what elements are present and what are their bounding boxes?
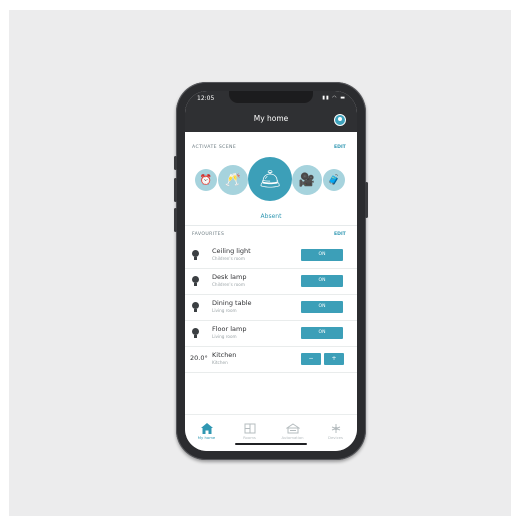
device-name: Dining table xyxy=(212,299,252,307)
mute-switch xyxy=(174,156,177,170)
device-room: Living room xyxy=(212,308,237,313)
favourites-section-label: FAVOURITES xyxy=(192,232,225,237)
divider xyxy=(185,225,357,226)
notch xyxy=(229,91,313,103)
home-indicator xyxy=(235,443,307,445)
bulb-icon xyxy=(192,302,199,312)
power-button xyxy=(365,182,368,218)
tab-label: My home xyxy=(197,435,216,440)
status-time: 12:05 xyxy=(197,95,215,102)
app-header: 12:05 ▮▮ ◠ ▬ My home xyxy=(185,91,357,132)
volume-up-button xyxy=(174,178,177,202)
bulb-icon xyxy=(192,328,199,338)
scene-alarm-clock-icon[interactable]: ⏰ xyxy=(195,169,217,191)
device-name: Kitchen xyxy=(212,351,237,359)
rooms-icon xyxy=(244,423,255,434)
tab-label: Rooms xyxy=(243,435,256,440)
favourites-edit-link[interactable]: EDIT xyxy=(334,232,346,237)
scene-luggage-icon[interactable]: 🧳 xyxy=(323,169,345,191)
bulb-icon xyxy=(192,250,199,260)
on-button[interactable]: ON xyxy=(301,301,343,313)
automation-icon xyxy=(284,423,301,434)
decrease-button[interactable]: − xyxy=(301,353,321,365)
tab-devices[interactable]: Devices xyxy=(314,419,357,440)
phone-frame: 12:05 ▮▮ ◠ ▬ My home ACTIVATE SCENE EDIT… xyxy=(174,82,368,460)
active-scene-label: Absent xyxy=(260,213,282,220)
tab-automation[interactable]: Automation xyxy=(271,419,314,440)
list-item[interactable]: Dining table Living room ON xyxy=(185,295,357,321)
profile-button[interactable] xyxy=(334,114,346,126)
device-room: Children's room xyxy=(212,256,245,261)
tab-bar: My home Rooms Automation Devices xyxy=(185,414,357,451)
device-name: Ceiling light xyxy=(212,247,251,255)
device-name: Floor lamp xyxy=(212,325,247,333)
on-button[interactable]: ON xyxy=(301,249,343,261)
device-room: Kitchen xyxy=(212,360,228,365)
scene-bell-icon[interactable]: 🛎 xyxy=(248,157,292,201)
devices-icon xyxy=(331,424,340,433)
status-icons: ▮▮ ◠ ▬ xyxy=(322,95,346,101)
increase-button[interactable]: + xyxy=(324,353,344,365)
scene-video-camera-icon[interactable]: 🎥 xyxy=(292,165,322,195)
on-button[interactable]: ON xyxy=(301,275,343,287)
bulb-icon xyxy=(192,276,199,286)
list-item[interactable]: Desk lamp Children's room ON xyxy=(185,269,357,295)
device-room: Children's room xyxy=(212,282,245,287)
tab-my-home[interactable]: My home xyxy=(185,419,228,440)
home-icon xyxy=(200,423,213,434)
scene-edit-link[interactable]: EDIT xyxy=(334,145,346,150)
tab-rooms[interactable]: Rooms xyxy=(228,419,271,440)
page-title: My home xyxy=(253,114,289,123)
device-name: Desk lamp xyxy=(212,273,247,281)
tab-label: Devices xyxy=(328,435,343,440)
on-button[interactable]: ON xyxy=(301,327,343,339)
tab-label: Automation xyxy=(281,435,304,440)
app-screen: 12:05 ▮▮ ◠ ▬ My home ACTIVATE SCENE EDIT… xyxy=(185,91,357,451)
device-room: Living room xyxy=(212,334,237,339)
scene-section-label: ACTIVATE SCENE xyxy=(192,145,237,150)
list-item[interactable]: Floor lamp Living room ON xyxy=(185,321,357,347)
temperature-value: 20.0° xyxy=(190,354,208,362)
scene-wine-glasses-icon[interactable]: 🥂 xyxy=(218,165,248,195)
thermostat-row[interactable]: 20.0° Kitchen Kitchen − + xyxy=(185,347,357,373)
volume-down-button xyxy=(174,208,177,232)
list-item[interactable]: Ceiling light Children's room ON xyxy=(185,243,357,269)
